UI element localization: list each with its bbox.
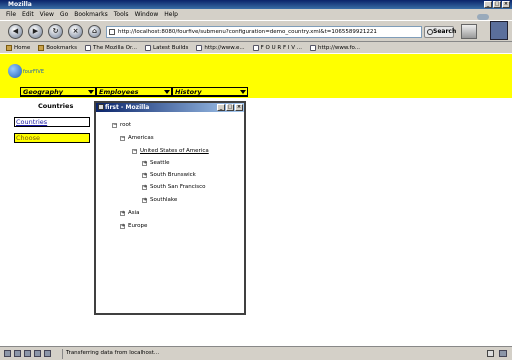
popup-minimize-button[interactable]: _ xyxy=(217,104,225,111)
status-text: Transferring data from localhost... xyxy=(66,350,160,356)
home-nav-icon[interactable]: ⌂ xyxy=(88,25,101,38)
expand-icon[interactable]: + xyxy=(120,210,125,216)
link-icon xyxy=(310,44,317,51)
sidebar-heading: Countries xyxy=(38,102,74,110)
home-icon xyxy=(6,44,12,51)
link-icon xyxy=(196,44,203,51)
expand-icon[interactable]: + xyxy=(142,172,147,178)
tree-node-city[interactable]: + Seattle xyxy=(142,160,169,166)
menu-go[interactable]: Go xyxy=(60,11,68,18)
menu-bookmarks[interactable]: Bookmarks xyxy=(74,11,108,18)
tree-node-city[interactable]: + Southlake xyxy=(142,197,177,203)
popup-title: first - Mozilla xyxy=(105,104,150,111)
bookmark-home[interactable]: Home xyxy=(6,44,30,51)
popup-window: first - Mozilla _ □ × − root − Americas … xyxy=(94,101,246,315)
back-button[interactable]: ◀ xyxy=(8,24,23,39)
fourfive-logo-icon xyxy=(8,64,22,78)
tree-node-asia[interactable]: + Asia xyxy=(120,210,140,216)
mozilla-logo-icon[interactable] xyxy=(490,21,508,40)
component-bar xyxy=(4,350,54,357)
window-title: Mozilla xyxy=(8,1,32,8)
tree-node-americas[interactable]: − Americas xyxy=(120,135,154,141)
bookmarks-toolbar: Home Bookmarks The Mozilla Or... Latest … xyxy=(0,41,512,53)
bookmarks-folder-icon xyxy=(38,44,45,51)
search-button-label: Search xyxy=(433,28,457,35)
mail-icon[interactable] xyxy=(14,350,21,357)
bookmark-bookmarks[interactable]: Bookmarks xyxy=(38,44,77,51)
dropdown-arrow-icon xyxy=(240,90,246,94)
tab-employees[interactable]: Employees xyxy=(96,87,172,97)
online-status-icon[interactable] xyxy=(499,350,507,357)
tree-node-city[interactable]: + South San Francisco xyxy=(142,184,206,190)
composer-icon[interactable] xyxy=(24,350,31,357)
status-bar: Transferring data from localhost... xyxy=(0,346,512,360)
search-button[interactable]: Search xyxy=(424,26,457,38)
chat-icon[interactable] xyxy=(44,350,51,357)
print-icon[interactable] xyxy=(461,24,477,39)
forward-button[interactable]: ▶ xyxy=(28,24,43,39)
popup-close-button[interactable]: × xyxy=(235,104,243,111)
collapse-icon[interactable]: − xyxy=(112,122,117,128)
tab-geography[interactable]: Geography xyxy=(20,87,96,97)
expand-icon[interactable]: + xyxy=(142,197,147,203)
expand-icon[interactable]: + xyxy=(142,160,147,166)
link-icon xyxy=(145,44,151,51)
menu-file[interactable]: File xyxy=(6,11,16,18)
bookmark-mozilla-org[interactable]: The Mozilla Or... xyxy=(84,44,137,51)
reload-button[interactable]: ↻ xyxy=(48,24,63,39)
bookmark-fourfive[interactable]: F O U R F I V ... xyxy=(252,44,302,51)
page-icon xyxy=(109,29,115,35)
tree-node-root[interactable]: − root xyxy=(112,122,131,128)
choose-button[interactable]: Choose xyxy=(14,133,90,143)
tab-history[interactable]: History xyxy=(172,87,248,97)
popup-titlebar: first - Mozilla _ □ × xyxy=(96,103,244,112)
minimize-button[interactable]: _ xyxy=(484,1,492,8)
popup-maximize-button[interactable]: □ xyxy=(226,104,234,111)
link-icon xyxy=(84,44,91,51)
bookmark-latest-builds[interactable]: Latest Builds xyxy=(145,44,188,51)
popup-window-icon xyxy=(98,104,104,110)
maximize-button[interactable]: □ xyxy=(493,1,501,8)
url-field[interactable]: http://localhost:8080/fourfive/submenu?c… xyxy=(106,26,422,38)
tree-node-city[interactable]: + South Brunswick xyxy=(142,172,196,178)
expand-icon[interactable]: + xyxy=(120,223,125,229)
status-divider xyxy=(62,349,63,359)
menu-view[interactable]: View xyxy=(40,11,54,18)
dropdown-arrow-icon xyxy=(164,90,170,94)
navigator-icon[interactable] xyxy=(4,350,11,357)
security-lock-icon[interactable] xyxy=(487,350,494,357)
collapse-icon[interactable]: − xyxy=(120,135,125,141)
collapse-icon[interactable]: − xyxy=(132,148,137,154)
expand-icon[interactable]: + xyxy=(142,184,147,190)
menu-tools[interactable]: Tools xyxy=(114,11,129,18)
menu-help[interactable]: Help xyxy=(164,11,178,18)
tree-node-usa[interactable]: − United States of America xyxy=(132,148,209,154)
page-header: fourFIVE Geography Employees History xyxy=(0,54,512,98)
window-titlebar: Mozilla _ □ × xyxy=(0,0,512,9)
menu-bar: File Edit View Go Bookmarks Tools Window… xyxy=(0,9,512,20)
menu-tabs: Geography Employees History xyxy=(20,87,248,97)
stop-button[interactable]: × xyxy=(68,24,83,39)
dropdown-arrow-icon xyxy=(88,90,94,94)
bookmark-www-e[interactable]: http://www.e... xyxy=(196,44,245,51)
bookmark-www-fo[interactable]: http://www.fo... xyxy=(310,44,360,51)
logo-text: fourFIVE xyxy=(23,69,44,75)
address-book-icon[interactable] xyxy=(34,350,41,357)
url-text: http://localhost:8080/fourfive/submenu?c… xyxy=(118,29,377,35)
navigation-toolbar: ◀ ▶ ↻ × ⌂ http://localhost:8080/fourfive… xyxy=(0,20,512,41)
tree-node-europe[interactable]: + Europe xyxy=(120,223,147,229)
menu-edit[interactable]: Edit xyxy=(22,11,34,18)
menu-window[interactable]: Window xyxy=(135,11,159,18)
link-icon xyxy=(252,44,259,51)
countries-button[interactable]: Countries xyxy=(14,117,90,127)
close-button[interactable]: × xyxy=(502,1,510,8)
